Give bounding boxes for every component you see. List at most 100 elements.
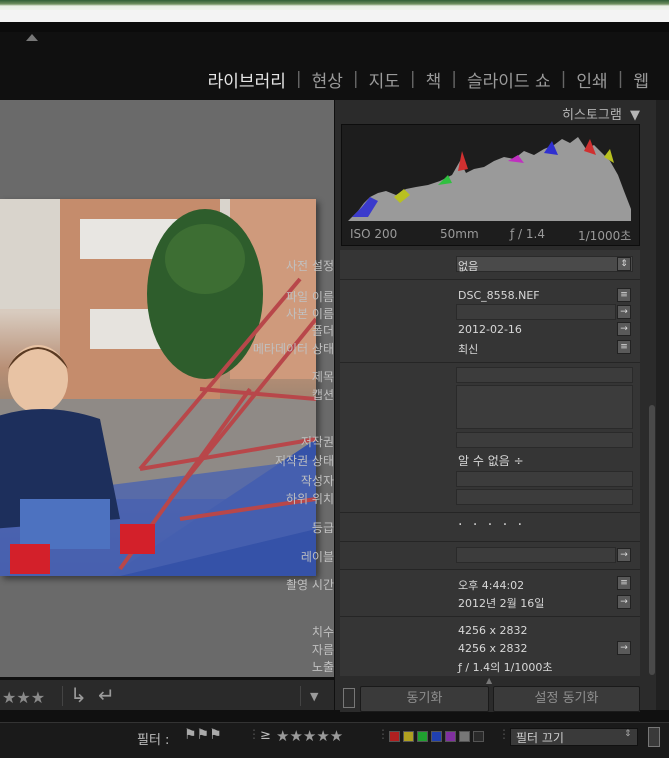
toolbar-divider	[300, 686, 301, 706]
module-map[interactable]: 지도	[359, 67, 410, 92]
rating-label: 등급	[311, 521, 334, 535]
panel-expand-icon[interactable]: ▲	[486, 676, 492, 685]
color-filter-blue-icon[interactable]	[431, 731, 442, 742]
metadata-status-value: 최신	[458, 343, 479, 356]
section-divider	[340, 541, 640, 542]
preset-label: 사전 설정	[286, 259, 334, 273]
folder-arrow-icon[interactable]: →	[617, 322, 631, 336]
copy-name-arrow-icon[interactable]: →	[617, 305, 631, 319]
filter-divider: ⋮	[377, 727, 389, 741]
metadata-status-list-icon[interactable]: ≡	[617, 340, 631, 354]
title-field[interactable]	[456, 367, 633, 383]
sync-settings-button[interactable]: 설정 동기화	[493, 686, 640, 712]
filename-value[interactable]: DSC_8558.NEF	[458, 289, 540, 302]
color-filter-purple-icon[interactable]	[445, 731, 456, 742]
copyright-status-label: 저작권 상태	[274, 454, 334, 468]
cropped-label: 자름	[311, 643, 334, 657]
module-print[interactable]: 인쇄	[566, 67, 617, 92]
color-filter-custom-icon[interactable]	[459, 731, 470, 742]
window-top-strip	[0, 0, 669, 10]
filename-list-icon[interactable]: ≡	[617, 288, 631, 302]
title-label: 제목	[311, 370, 334, 384]
rating-stars[interactable]: ★★★	[2, 688, 45, 707]
right-panel-scrollbar[interactable]	[649, 405, 655, 675]
cropped-arrow-icon[interactable]: →	[617, 641, 631, 655]
histogram-graph	[348, 137, 631, 221]
color-filter-red-icon[interactable]	[389, 731, 400, 742]
color-label-field[interactable]	[456, 547, 616, 563]
filter-label: 필터 :	[137, 733, 170, 748]
filter-preset-stepper-icon[interactable]: ⇕	[624, 729, 632, 739]
creator-field[interactable]	[456, 471, 633, 487]
exposure-label: 노출	[311, 660, 334, 674]
section-divider	[340, 279, 640, 280]
filter-divider: ⋮	[248, 727, 260, 741]
module-book[interactable]: 책	[416, 67, 452, 92]
rating-operator[interactable]: ≥	[260, 728, 271, 743]
sublocation-label: 하위 위치	[286, 492, 334, 506]
capture-time-label: 촬영 시간	[286, 578, 334, 592]
right-panel-edge	[656, 100, 669, 710]
histogram-header[interactable]: 히스토그램 ▼	[540, 104, 640, 123]
copyright-status-select[interactable]: 알 수 없음 ÷	[458, 452, 524, 469]
caption-label: 캡션	[311, 388, 334, 402]
window-top-bar	[0, 22, 669, 32]
color-filter-yellow-icon[interactable]	[403, 731, 414, 742]
section-divider	[340, 569, 640, 570]
flag-filter-icons[interactable]: ⚑⚑⚑	[184, 727, 222, 743]
cropped-value: 4256 x 2832	[458, 642, 528, 655]
color-filter-none-icon[interactable]	[473, 731, 484, 742]
histogram-title: 히스토그램	[562, 108, 622, 123]
collapse-triangle-icon[interactable]: ▼	[630, 108, 640, 123]
preset-stepper-icon[interactable]: ⇕	[617, 257, 631, 271]
module-picker: 라이브러리 | 현상 | 지도 | 책 | 슬라이드 쇼 | 인쇄 | 웹	[198, 66, 659, 92]
filter-preset-value: 필터 끄기	[516, 731, 564, 745]
capture-date-arrow-icon[interactable]: →	[617, 595, 631, 609]
filter-divider: ⋮	[498, 727, 510, 741]
exposure-value: ƒ / 1.4의 1/1000초	[458, 661, 553, 674]
histogram-aperture: ƒ / 1.4	[510, 227, 545, 241]
dimensions-value: 4256 x 2832	[458, 624, 528, 637]
histogram-shutter: 1/1000초	[578, 229, 632, 243]
folder-label: 폴더	[311, 324, 334, 338]
rating-filter-stars[interactable]: ★★★★★	[276, 727, 343, 745]
preset-value: 없음	[458, 260, 479, 273]
folder-value[interactable]: 2012-02-16	[458, 323, 522, 336]
caption-field[interactable]	[456, 385, 633, 429]
sync-button[interactable]: 동기화	[360, 686, 489, 712]
rating-dots[interactable]: · · · · ·	[458, 517, 525, 533]
capture-date-value[interactable]: 2012년 2월 16일	[458, 595, 544, 611]
preset-select[interactable]	[456, 256, 633, 272]
bottom-toolbar	[0, 680, 334, 710]
metadata-status-label: 메타데이터 상태	[252, 342, 334, 356]
color-label-arrow-icon[interactable]: →	[617, 548, 631, 562]
photo-preview[interactable]	[0, 199, 316, 576]
color-label-label: 레이블	[300, 550, 334, 564]
filename-label: 파일 이름	[286, 290, 334, 304]
toolbar-divider	[62, 686, 63, 706]
filter-lock-icon[interactable]	[648, 727, 660, 747]
section-divider	[340, 512, 640, 513]
histogram-iso: ISO 200	[350, 227, 398, 241]
copyright-field[interactable]	[456, 432, 633, 448]
toolbar-menu-icon[interactable]: ▼	[310, 690, 318, 703]
histogram-focal-length: 50mm	[440, 227, 479, 241]
module-library[interactable]: 라이브러리	[198, 67, 296, 92]
capture-time-value[interactable]: 오후 4:44:02	[458, 577, 524, 593]
photo-illustration	[0, 199, 316, 576]
copy-name-field[interactable]	[456, 304, 616, 320]
sync-toggle-icon[interactable]	[343, 688, 355, 708]
sublocation-field[interactable]	[456, 489, 633, 505]
color-filter-green-icon[interactable]	[417, 731, 428, 742]
module-slideshow[interactable]: 슬라이드 쇼	[457, 67, 561, 92]
dimensions-label: 치수	[311, 625, 334, 639]
module-develop[interactable]: 현상	[302, 67, 353, 92]
capture-time-list-icon[interactable]: ≡	[617, 576, 631, 590]
copyright-label: 저작권	[300, 435, 334, 449]
section-divider	[340, 362, 640, 363]
module-web[interactable]: 웹	[623, 67, 659, 92]
copy-name-label: 사본 이름	[286, 307, 334, 321]
rotate-left-icon[interactable]: ↳	[70, 683, 87, 707]
rotate-right-icon[interactable]: ↵	[98, 683, 115, 707]
collapse-arrow-icon[interactable]	[26, 34, 38, 41]
